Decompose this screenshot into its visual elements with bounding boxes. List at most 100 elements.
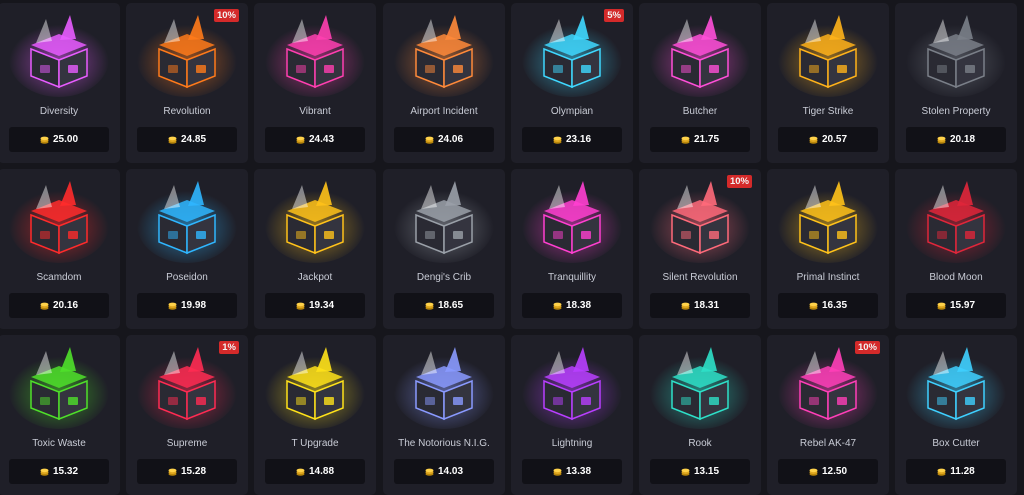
case-name: Silent Revolution (662, 272, 738, 283)
case-chest-icon (394, 181, 494, 263)
case-price-value: 25.00 (52, 134, 79, 145)
gold-coin-stack-icon (681, 468, 690, 476)
case-chest-icon (650, 181, 750, 263)
case-name: The Notorious N.I.G. (398, 438, 490, 449)
case-name: Supreme (166, 438, 208, 449)
case-price-box: 24.85 (137, 127, 237, 152)
case-chest-icon (137, 181, 237, 263)
case-name: Tiger Strike (802, 106, 854, 117)
case-price-box: 12.50 (778, 459, 878, 484)
case-card-silent-revolution[interactable]: 10% Silent Revolution 18.31 (639, 169, 761, 329)
case-price-value: 20.16 (52, 300, 79, 311)
case-card-butcher[interactable]: Butcher 21.75 (639, 3, 761, 163)
case-card-tranquillity[interactable]: Tranquillity 18.38 (511, 169, 633, 329)
gold-coin-stack-icon (553, 302, 562, 310)
case-name: Jackpot (297, 272, 333, 283)
gold-coin-stack-icon (553, 468, 562, 476)
case-card-stolen-property[interactable]: Stolen Property 20.18 (895, 3, 1017, 163)
case-chest-icon (137, 347, 237, 429)
case-price-value: 14.88 (308, 466, 335, 477)
case-price-box: 25.00 (9, 127, 109, 152)
case-chest-icon (906, 181, 1006, 263)
case-name: Toxic Waste (32, 438, 86, 449)
case-chest-icon (394, 347, 494, 429)
case-price-value: 14.03 (437, 466, 464, 477)
case-name: Stolen Property (921, 106, 991, 117)
gold-coin-stack-icon (40, 136, 49, 144)
case-name: Primal Instinct (796, 272, 860, 283)
case-name: Poseidon (166, 272, 208, 283)
case-chest-icon (265, 181, 365, 263)
gold-coin-stack-icon (40, 302, 49, 310)
case-price-value: 19.34 (308, 300, 335, 311)
gold-coin-stack-icon (40, 468, 49, 476)
case-card-olympian[interactable]: 5% Olympian 23.16 (511, 3, 633, 163)
case-card-lightning[interactable]: Lightning 13.38 (511, 335, 633, 495)
case-card-primal-instinct[interactable]: Primal Instinct 16.35 (767, 169, 889, 329)
case-name: Box Cutter (932, 438, 980, 449)
gold-coin-stack-icon (425, 468, 434, 476)
case-card-rook[interactable]: Rook 13.15 (639, 335, 761, 495)
case-price-box: 18.65 (394, 293, 494, 318)
case-card-poseidon[interactable]: Poseidon 19.98 (126, 169, 248, 329)
gold-coin-stack-icon (296, 468, 305, 476)
case-name: Scamdom (36, 272, 82, 283)
case-chest-icon (906, 15, 1006, 97)
case-price-box: 13.38 (522, 459, 622, 484)
case-price-value: 19.98 (180, 300, 207, 311)
case-price-value: 21.75 (693, 134, 720, 145)
gold-coin-stack-icon (168, 468, 177, 476)
case-name: Tranquillity (548, 272, 596, 283)
case-card-supreme[interactable]: 1% Supreme 15.28 (126, 335, 248, 495)
gold-coin-stack-icon (296, 302, 305, 310)
case-price-box: 18.31 (650, 293, 750, 318)
case-card-diversity[interactable]: Diversity 25.00 (0, 3, 120, 163)
case-price-value: 13.38 (565, 466, 592, 477)
gold-coin-stack-icon (809, 468, 818, 476)
case-price-box: 15.97 (906, 293, 1006, 318)
case-price-box: 19.34 (265, 293, 365, 318)
case-chest-icon (394, 15, 494, 97)
gold-coin-stack-icon (296, 136, 305, 144)
case-card-box-cutter[interactable]: Box Cutter 11.28 (895, 335, 1017, 495)
case-card-vibrant[interactable]: Vibrant 24.43 (254, 3, 376, 163)
case-price-value: 12.50 (821, 466, 848, 477)
case-chest-icon (522, 181, 622, 263)
case-card-tiger-strike[interactable]: Tiger Strike 20.57 (767, 3, 889, 163)
case-card-revolution[interactable]: 10% Revolution 24.85 (126, 3, 248, 163)
case-price-box: 18.38 (522, 293, 622, 318)
gold-coin-stack-icon (425, 302, 434, 310)
case-card-dengi-s-crib[interactable]: Dengi's Crib 18.65 (383, 169, 505, 329)
case-price-value: 24.43 (308, 134, 335, 145)
case-price-value: 13.15 (693, 466, 720, 477)
case-card-toxic-waste[interactable]: Toxic Waste 15.32 (0, 335, 120, 495)
gold-coin-stack-icon (809, 136, 818, 144)
case-card-rebel-ak-47[interactable]: 10% Rebel AK-47 12.50 (767, 335, 889, 495)
case-price-value: 24.06 (437, 134, 464, 145)
case-card-jackpot[interactable]: Jackpot 19.34 (254, 169, 376, 329)
case-card-scamdom[interactable]: Scamdom 20.16 (0, 169, 120, 329)
case-price-value: 23.16 (565, 134, 592, 145)
case-price-box: 14.03 (394, 459, 494, 484)
case-price-value: 18.31 (693, 300, 720, 311)
case-card-t-upgrade[interactable]: T Upgrade 14.88 (254, 335, 376, 495)
case-card-blood-moon[interactable]: Blood Moon 15.97 (895, 169, 1017, 329)
case-card-airport-incident[interactable]: Airport Incident 24.06 (383, 3, 505, 163)
case-grid: Diversity 25.00 10% Revolution 24.85 Vib… (0, 0, 1024, 495)
case-price-box: 19.98 (137, 293, 237, 318)
case-price-value: 20.18 (949, 134, 976, 145)
gold-coin-stack-icon (809, 302, 818, 310)
gold-coin-stack-icon (425, 136, 434, 144)
case-price-value: 15.28 (180, 466, 207, 477)
case-chest-icon (137, 15, 237, 97)
case-chest-icon (9, 347, 109, 429)
gold-coin-stack-icon (168, 136, 177, 144)
case-price-box: 20.18 (906, 127, 1006, 152)
case-price-value: 15.32 (52, 466, 79, 477)
gold-coin-stack-icon (168, 302, 177, 310)
case-chest-icon (9, 181, 109, 263)
case-card-the-notorious-n-i-g[interactable]: The Notorious N.I.G. 14.03 (383, 335, 505, 495)
case-name: Blood Moon (929, 272, 983, 283)
case-name: Dengi's Crib (416, 272, 472, 283)
case-price-box: 16.35 (778, 293, 878, 318)
